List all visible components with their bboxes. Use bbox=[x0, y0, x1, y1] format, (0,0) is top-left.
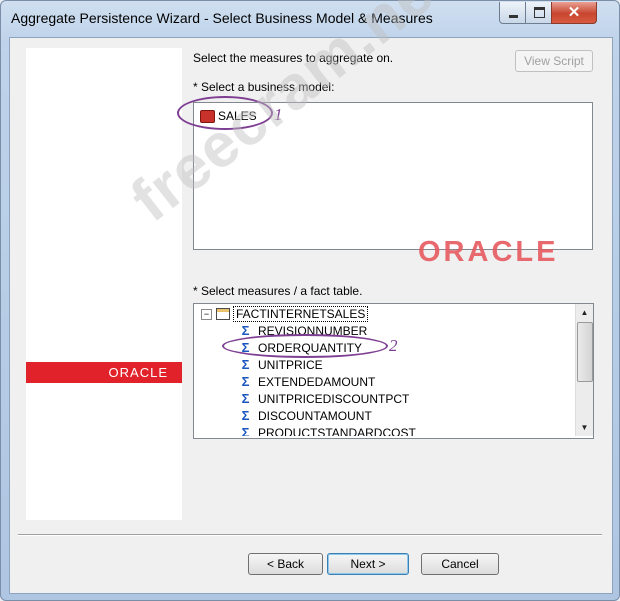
cancel-button[interactable]: Cancel bbox=[421, 553, 499, 575]
maximize-icon bbox=[533, 7, 545, 18]
annotation-number-2: 2 bbox=[389, 336, 398, 355]
measure-icon: Σ bbox=[241, 323, 250, 338]
measure-icon: Σ bbox=[241, 374, 250, 389]
close-button[interactable]: ✕ bbox=[551, 2, 597, 24]
collapse-toggle-icon[interactable]: − bbox=[201, 309, 212, 320]
button-separator bbox=[18, 534, 602, 536]
instruction-text: Select the measures to aggregate on. bbox=[193, 51, 394, 65]
measures-label: * Select measures / a fact table. bbox=[193, 284, 363, 298]
business-model-label: * Select a business model: bbox=[193, 80, 335, 94]
minimize-icon bbox=[508, 15, 518, 18]
tree-content: − FACTINTERNETSALES Σ REVISIONNUMBER Σ O… bbox=[194, 304, 576, 436]
scroll-down-icon[interactable]: ▼ bbox=[576, 419, 593, 436]
next-button[interactable]: Next > bbox=[327, 553, 409, 575]
back-button[interactable]: < Back bbox=[248, 553, 323, 575]
measure-label: DISCOUNTAMOUNT bbox=[258, 408, 372, 423]
fact-table-name: FACTINTERNETSALES bbox=[232, 305, 369, 322]
oracle-logo: ORACLE bbox=[26, 362, 182, 383]
measure-label: UNITPRICE bbox=[258, 357, 323, 372]
measure-icon: Σ bbox=[241, 425, 250, 436]
view-script-button[interactable]: View Script bbox=[515, 50, 593, 72]
measure-icon: Σ bbox=[241, 408, 250, 423]
tree-item-discountamount[interactable]: Σ DISCOUNTAMOUNT bbox=[240, 407, 372, 424]
wizard-body: ORACLE Select the measures to aggregate … bbox=[9, 37, 613, 594]
tree-item-productstandardcost[interactable]: Σ PRODUCTSTANDARDCOST bbox=[240, 424, 416, 437]
annotation-number-1: 1 bbox=[274, 105, 283, 124]
wizard-window: Aggregate Persistence Wizard - Select Bu… bbox=[0, 0, 620, 601]
table-icon bbox=[216, 307, 230, 320]
vertical-scrollbar[interactable]: ▲ ▼ bbox=[575, 304, 593, 436]
tree-item-unitprice[interactable]: Σ UNITPRICE bbox=[240, 356, 323, 373]
scroll-up-icon[interactable]: ▲ bbox=[576, 304, 593, 321]
annotation-circle-2 bbox=[222, 334, 388, 358]
measure-label: UNITPRICEDISCOUNTPCT bbox=[258, 391, 410, 406]
measure-icon: Σ bbox=[241, 391, 250, 406]
measure-label: PRODUCTSTANDARDCOST bbox=[258, 425, 416, 437]
tree-item-extendedamount[interactable]: Σ EXTENDEDAMOUNT bbox=[240, 373, 376, 390]
fact-table-node[interactable]: FACTINTERNETSALES bbox=[216, 305, 369, 322]
branding-panel: ORACLE bbox=[26, 48, 182, 520]
maximize-button[interactable] bbox=[525, 2, 553, 24]
tree-item-unitpricediscountpct[interactable]: Σ UNITPRICEDISCOUNTPCT bbox=[240, 390, 410, 407]
window-title: Aggregate Persistence Wizard - Select Bu… bbox=[11, 10, 433, 26]
measure-label: EXTENDEDAMOUNT bbox=[258, 374, 376, 389]
measures-tree[interactable]: − FACTINTERNETSALES Σ REVISIONNUMBER Σ O… bbox=[193, 303, 594, 439]
annotation-circle-1 bbox=[177, 96, 273, 130]
measure-icon: Σ bbox=[241, 357, 250, 372]
minimize-button[interactable] bbox=[499, 2, 527, 24]
scroll-thumb[interactable] bbox=[577, 322, 593, 382]
close-icon: ✕ bbox=[567, 4, 581, 21]
title-bar[interactable]: Aggregate Persistence Wizard - Select Bu… bbox=[1, 1, 619, 37]
